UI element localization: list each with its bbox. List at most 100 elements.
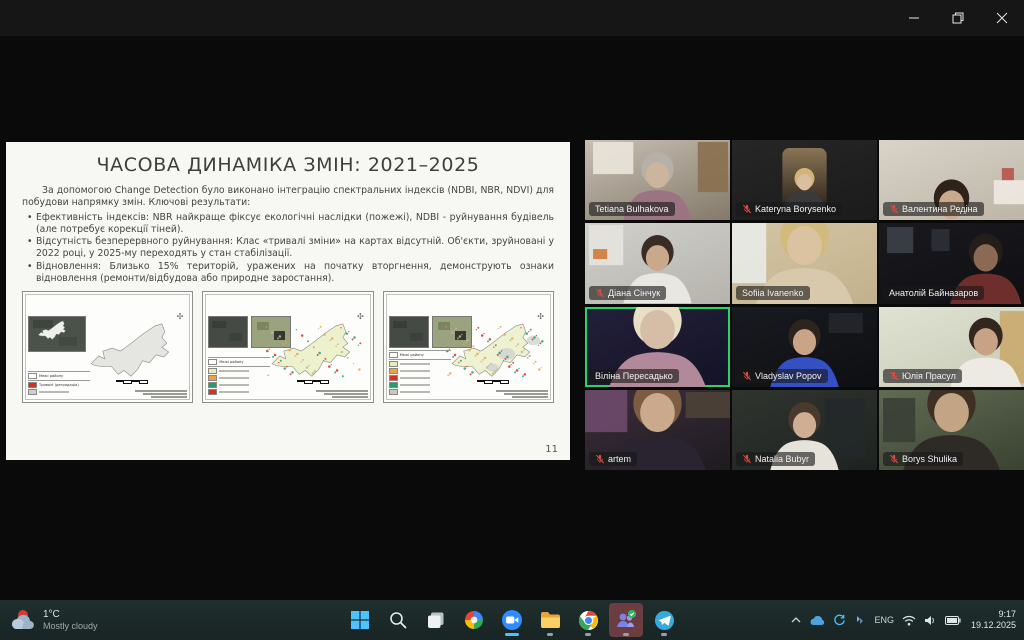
legend-swatch bbox=[208, 368, 217, 374]
participant-name: Kateryna Borysenko bbox=[755, 204, 836, 214]
legend-item bbox=[389, 368, 451, 374]
participant-tile[interactable]: Vladyslav Popov bbox=[732, 307, 877, 387]
legend-label: Межі району bbox=[219, 360, 243, 364]
participant-tile[interactable]: Юлія Прасул bbox=[879, 307, 1024, 387]
participant-name-label: Анатолій Байназаров bbox=[883, 286, 984, 300]
running-indicator bbox=[505, 633, 519, 636]
muted-mic-icon bbox=[742, 204, 752, 214]
participant-tile[interactable]: Sofiia Ivanenko bbox=[732, 223, 877, 303]
participant-name-label: Borys Shulika bbox=[883, 452, 963, 466]
legend-label-placeholder bbox=[400, 363, 430, 365]
participant-tile[interactable]: Діана Сінчук bbox=[585, 223, 730, 303]
muted-mic-icon bbox=[742, 371, 752, 381]
legend-item bbox=[389, 382, 451, 388]
bullet-item: Відсутність безперервного руйнування: Кл… bbox=[26, 236, 554, 261]
participant-name-label: Sofiia Ivanenko bbox=[736, 286, 810, 300]
wifi-icon[interactable] bbox=[902, 615, 916, 626]
muted-mic-icon bbox=[889, 454, 899, 464]
language-indicator[interactable]: ENG bbox=[874, 615, 894, 625]
restore-button[interactable] bbox=[936, 0, 980, 36]
meeting-app-icon[interactable] bbox=[609, 603, 643, 637]
volume-icon[interactable] bbox=[924, 615, 937, 626]
participant-tile[interactable]: artem bbox=[585, 390, 730, 470]
legend-swatch bbox=[208, 382, 217, 388]
minimize-button[interactable] bbox=[892, 0, 936, 36]
participant-name: Tetiana Bulhakova bbox=[595, 204, 669, 214]
meeting-stage: ЧАСОВА ДИНАМІКА ЗМІН: 2021–2025 За допом… bbox=[0, 36, 1024, 600]
zoom-app-icon[interactable] bbox=[495, 603, 529, 637]
legend-label-placeholder bbox=[219, 391, 249, 393]
clock-date: 19.12.2025 bbox=[971, 620, 1016, 631]
legend-label-placeholder bbox=[219, 377, 249, 379]
muted-mic-icon bbox=[595, 454, 605, 464]
legend-swatch bbox=[208, 359, 217, 365]
participant-name-label: Діана Сінчук bbox=[589, 286, 666, 300]
legend-swatch bbox=[208, 389, 217, 395]
sync-icon[interactable] bbox=[833, 614, 846, 627]
participant-name: Vladyslav Popov bbox=[755, 371, 822, 381]
task-view-icon[interactable] bbox=[419, 603, 453, 637]
participant-tile[interactable]: Natalia Bubyr bbox=[732, 390, 877, 470]
legend-label: Межі району bbox=[39, 374, 63, 378]
participant-tile[interactable]: Валентина Редіна bbox=[879, 140, 1024, 220]
temperature: 1°C bbox=[43, 609, 98, 621]
legend-item bbox=[208, 368, 270, 374]
onedrive-icon[interactable] bbox=[809, 615, 825, 626]
participant-name: Natalia Bubyr bbox=[755, 454, 809, 464]
taskbar-center-icons bbox=[343, 600, 681, 640]
legend-swatch bbox=[389, 368, 398, 374]
legend-swatch bbox=[389, 361, 398, 367]
tray-status-icon[interactable] bbox=[854, 614, 866, 626]
legend-item bbox=[389, 389, 451, 395]
legend-label-placeholder bbox=[400, 377, 430, 379]
legend-swatch bbox=[28, 382, 37, 388]
legend-item: Тривалі (деградація) bbox=[28, 382, 90, 388]
close-button[interactable] bbox=[980, 0, 1024, 36]
battery-icon[interactable] bbox=[945, 616, 961, 625]
tray-chevron-icon[interactable] bbox=[791, 616, 801, 624]
clock[interactable]: 9:17 19.12.2025 bbox=[971, 609, 1016, 631]
map-source-text bbox=[316, 390, 368, 398]
chrome-icon[interactable] bbox=[571, 603, 605, 637]
weather-icon bbox=[10, 609, 36, 631]
telegram-icon[interactable] bbox=[647, 603, 681, 637]
legend-subtitle bbox=[28, 380, 90, 381]
map-canvas: ✣ Межі району bbox=[202, 291, 373, 403]
widgets-icon[interactable] bbox=[457, 603, 491, 637]
participant-tile[interactable]: Kateryna Borysenko bbox=[732, 140, 877, 220]
legend-item bbox=[208, 375, 270, 381]
file-explorer-icon[interactable] bbox=[533, 603, 567, 637]
slide-intro: За допомогою Change Detection було викон… bbox=[22, 185, 554, 210]
restore-icon bbox=[952, 12, 964, 24]
participant-tile[interactable]: Анатолій Байназаров bbox=[879, 223, 1024, 303]
participant-name: Sofiia Ivanenko bbox=[742, 288, 804, 298]
weather-widget[interactable]: 1°C Mostly cloudy bbox=[10, 600, 98, 640]
start-icon[interactable] bbox=[343, 603, 377, 637]
participant-name-label: Валентина Редіна bbox=[883, 202, 984, 216]
legend-swatch bbox=[28, 373, 37, 379]
participant-tile[interactable]: Borys Shulika bbox=[879, 390, 1024, 470]
titlebar bbox=[0, 0, 1024, 36]
legend-title bbox=[208, 357, 270, 358]
legend-label: Тривалі (деградація) bbox=[39, 383, 79, 387]
map-figure: ✣ Межі району bbox=[383, 291, 554, 410]
map-inset-satellite bbox=[208, 316, 248, 348]
zoom-meeting-window: ЧАСОВА ДИНАМІКА ЗМІН: 2021–2025 За допом… bbox=[0, 0, 1024, 640]
map-canvas: ✣ Межі району bbox=[383, 291, 554, 403]
legend-label-placeholder bbox=[219, 384, 249, 386]
search-icon[interactable] bbox=[381, 603, 415, 637]
legend-item: Межі району bbox=[389, 352, 451, 358]
running-indicator bbox=[547, 633, 553, 636]
participant-name: Анатолій Байназаров bbox=[889, 288, 978, 298]
bullet-item: Відновлення: Близько 15% територій, ураж… bbox=[26, 261, 554, 286]
map-figure: ✣ Межі району bbox=[202, 291, 373, 410]
legend-item: Межі району bbox=[208, 359, 270, 365]
running-indicator bbox=[661, 633, 667, 636]
scale-bar bbox=[297, 380, 329, 385]
participant-tile[interactable]: Tetiana Bulhakova bbox=[585, 140, 730, 220]
map-legend: Межі району bbox=[389, 349, 451, 396]
minimize-icon bbox=[908, 12, 920, 24]
participant-tile[interactable]: Віліна Пересадько bbox=[585, 307, 730, 387]
legend-item bbox=[28, 389, 90, 395]
legend-label-placeholder bbox=[39, 391, 69, 393]
